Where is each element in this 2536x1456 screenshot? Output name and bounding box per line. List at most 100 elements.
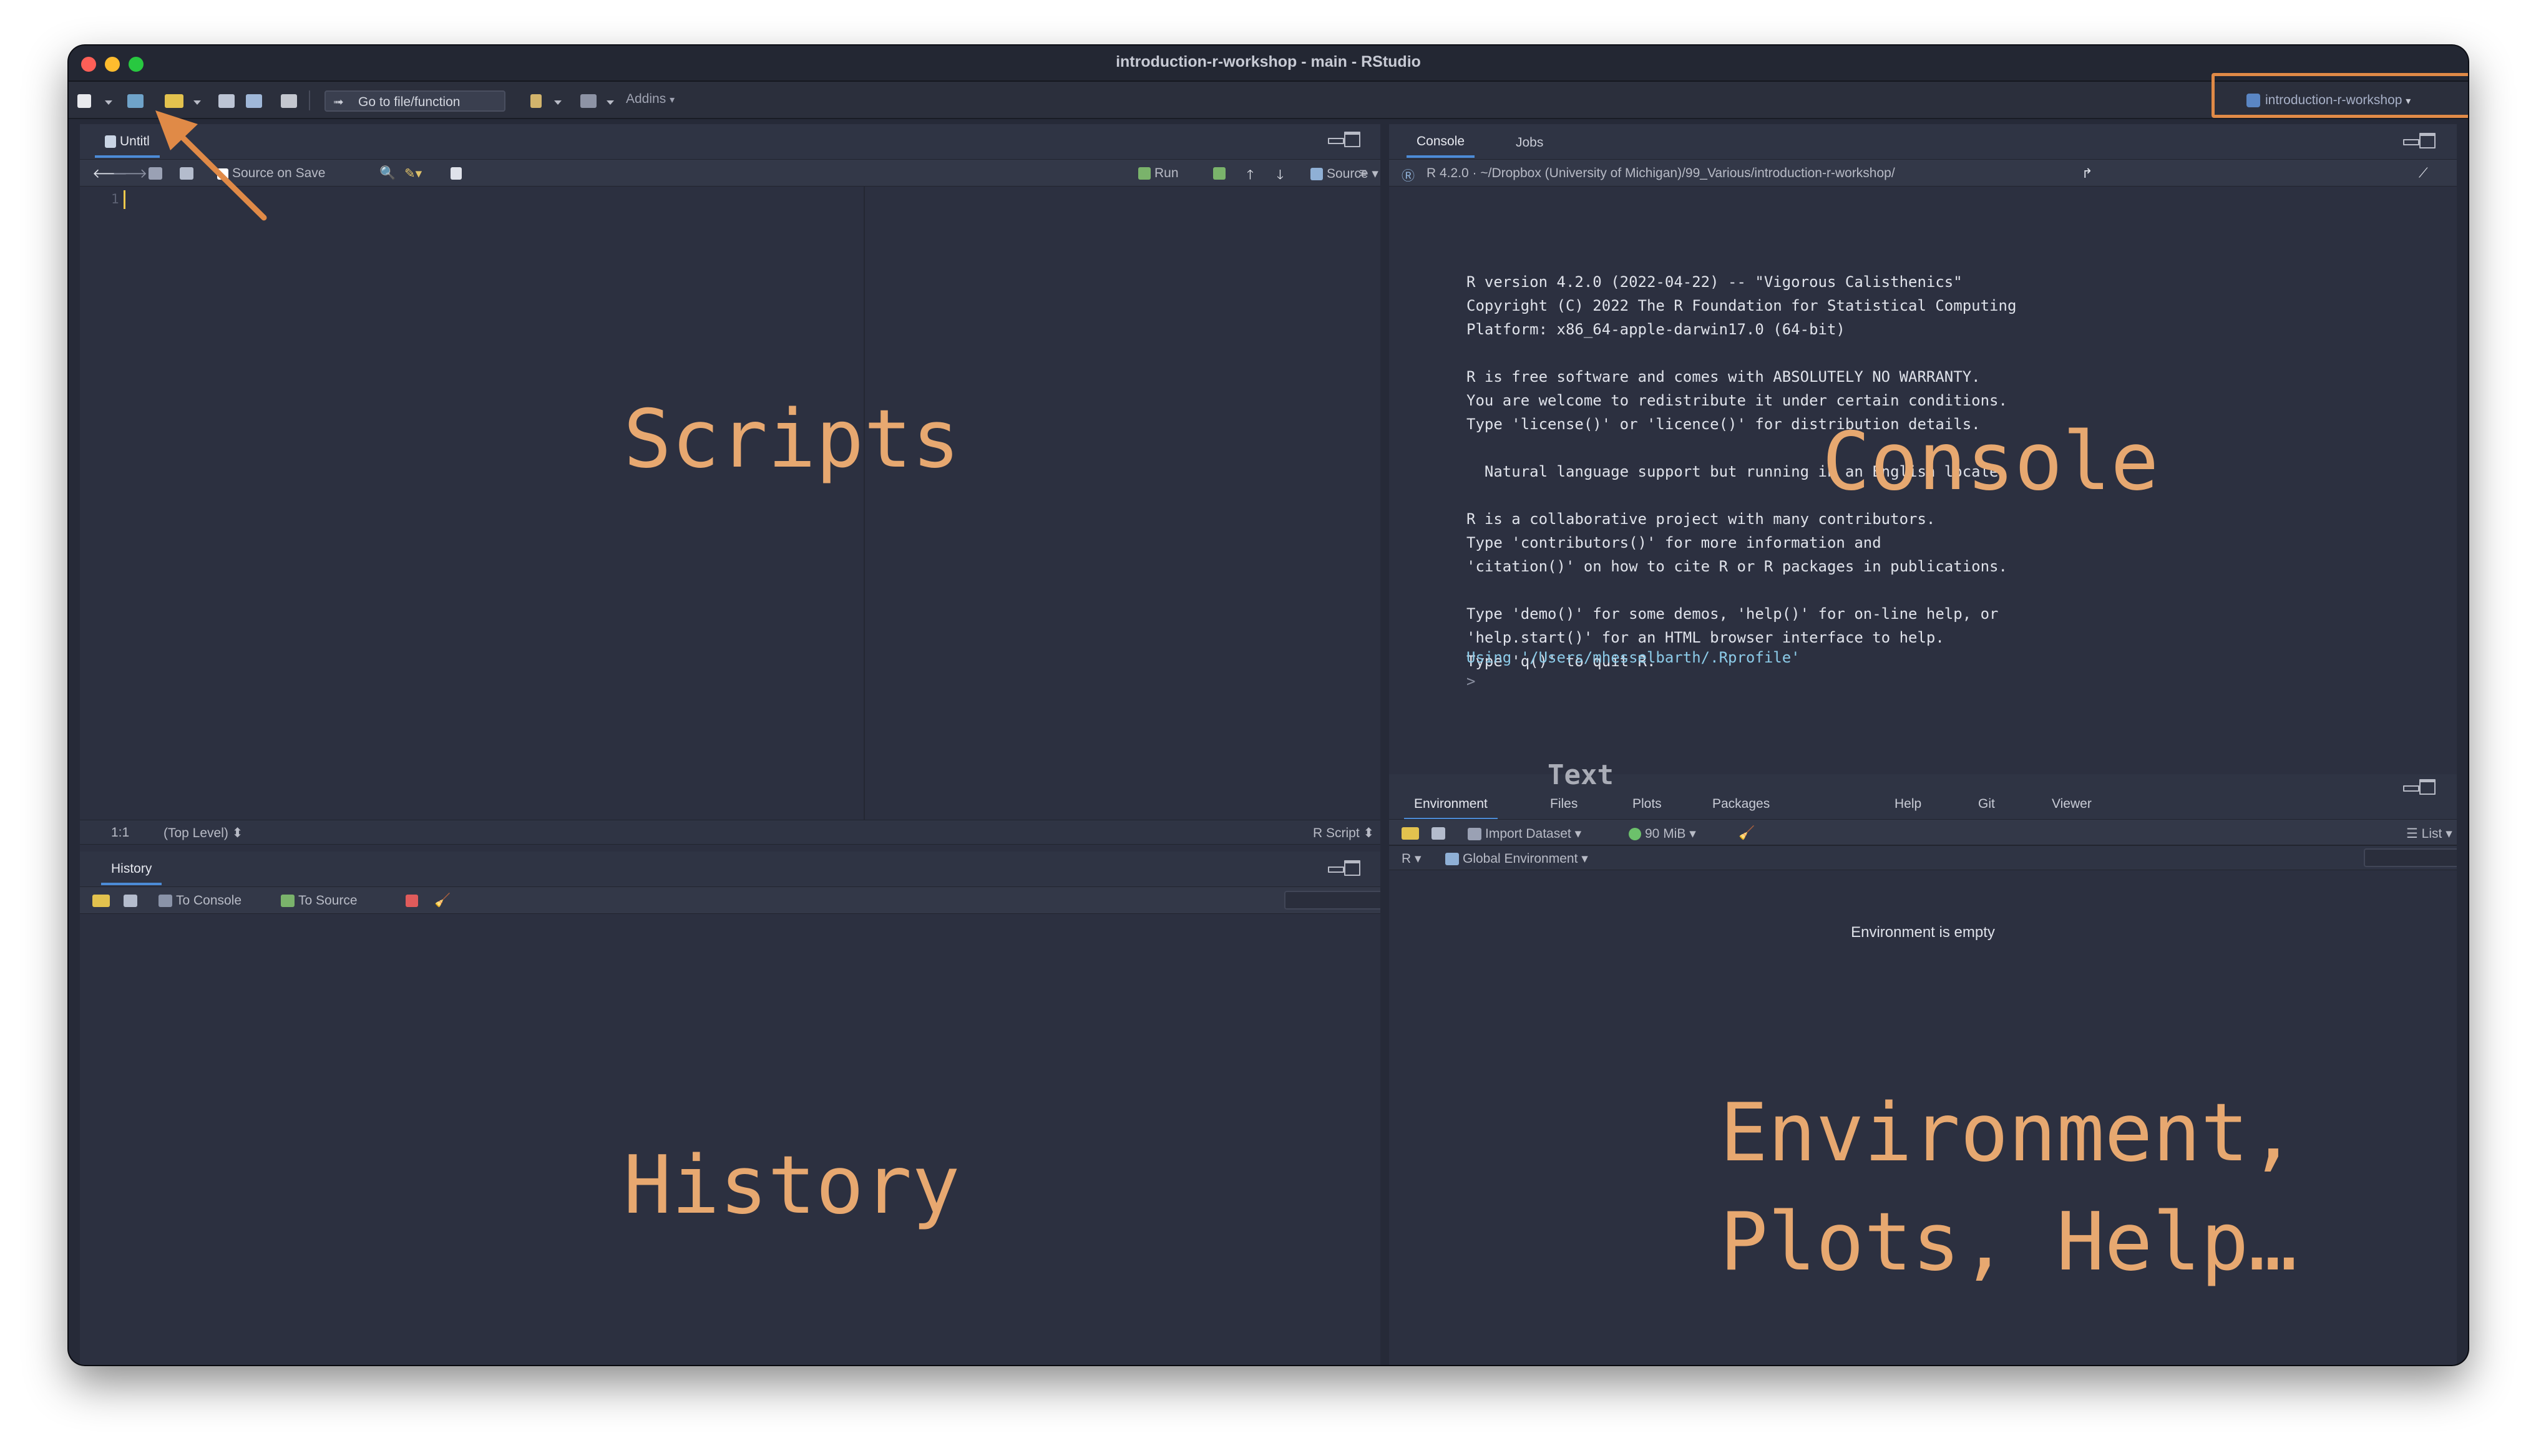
- outline-icon[interactable]: ≡: [1359, 166, 1367, 181]
- code-tools-icon[interactable]: ✎▾: [404, 166, 422, 182]
- environment-minmax-icon[interactable]: [2403, 779, 2436, 795]
- tab-files[interactable]: Files: [1550, 797, 1578, 812]
- tab-console[interactable]: Console: [1406, 134, 1475, 158]
- clear-environment-icon[interactable]: 🧹: [1739, 826, 1755, 841]
- console-line: R version 4.2.0 (2022-04-22) -- "Vigorou…: [1466, 273, 1963, 291]
- go-to-file-label: Go to file/function: [358, 95, 461, 109]
- remove-entries-icon[interactable]: [406, 893, 422, 908]
- console-line: 'citation()' on how to cite R or R packa…: [1466, 558, 2007, 575]
- run-label: Run: [1154, 166, 1179, 180]
- to-console-button[interactable]: To Console: [158, 893, 241, 908]
- tab-jobs[interactable]: Jobs: [1516, 135, 1543, 150]
- tab-untitled[interactable]: Untitl: [95, 134, 160, 158]
- file-type-selector[interactable]: R Script ⬍: [1313, 825, 1374, 841]
- source-icon: [1310, 168, 1323, 180]
- console-line: 'help.start()' for an HTML browser inter…: [1466, 629, 1944, 646]
- history-pane: History To Console To Source 🧹 History: [80, 852, 1380, 1365]
- tab-packages[interactable]: Packages: [1712, 797, 1770, 812]
- history-tabbar: History: [80, 852, 1380, 886]
- new-file-caret-icon[interactable]: [105, 100, 112, 105]
- to-source-label: To Source: [298, 893, 358, 908]
- compile-report-icon[interactable]: [451, 166, 466, 181]
- addins-label: Addins: [626, 92, 666, 106]
- console-label: Console: [1822, 415, 2159, 508]
- console-prompt[interactable]: >: [1466, 672, 1475, 690]
- file-type-label: R Script: [1313, 826, 1360, 840]
- run-button[interactable]: Run: [1138, 166, 1179, 181]
- to-console-label: To Console: [176, 893, 242, 908]
- history-search-input[interactable]: [1284, 891, 1380, 910]
- environment-label-line1: Environment,: [1720, 1087, 2297, 1180]
- environment-toolbar: Import Dataset ▾ 90 MiB ▾ 🧹 ☰ List ▾ ⟳▾: [1389, 819, 2457, 845]
- main-toolbar: ➟ Go to file/function Addins ▾ introducti…: [69, 82, 2468, 119]
- language-label: R: [1402, 852, 1412, 866]
- rerun-icon[interactable]: [1213, 166, 1229, 181]
- to-source-button[interactable]: To Source: [281, 893, 358, 908]
- r-file-icon: [105, 135, 116, 148]
- find-icon[interactable]: 🔍: [379, 166, 396, 181]
- tab-git[interactable]: Git: [1978, 797, 1995, 812]
- source-pane: Untitl 🡐 🡒 Source on Save 🔍 ✎▾ Run 🡑 🡓 S…: [80, 124, 1380, 874]
- vcs-caret-icon[interactable]: [554, 100, 562, 105]
- save-history-icon[interactable]: [124, 893, 141, 908]
- new-project-icon[interactable]: [127, 94, 144, 108]
- title-bar: introduction-r-workshop - main - RStudio: [69, 46, 2468, 82]
- pane-layout-icon[interactable]: [580, 94, 597, 108]
- console-path: R 4.2.0 · ~/Dropbox (University of Michi…: [1426, 166, 1895, 180]
- console-line: Type 'contributors()' for more informati…: [1466, 534, 1881, 551]
- pane-layout-caret-icon[interactable]: [607, 100, 614, 105]
- memory-usage[interactable]: 90 MiB ▾: [1629, 826, 1696, 842]
- scope-selector[interactable]: (Top Level) ⬍: [163, 825, 243, 841]
- tab-history[interactable]: History: [100, 861, 162, 885]
- go-to-dir-icon[interactable]: ↱: [2082, 166, 2093, 182]
- to-source-icon: [281, 895, 295, 907]
- tab-plots[interactable]: Plots: [1632, 797, 1662, 812]
- console-tabbar: Console Jobs: [1389, 124, 2457, 159]
- console-minmax-icon[interactable]: [2403, 133, 2436, 148]
- environment-icon: [1445, 853, 1459, 865]
- load-history-icon[interactable]: [92, 893, 114, 908]
- import-dataset-button[interactable]: Import Dataset ▾: [1468, 826, 1581, 842]
- editor[interactable]: 1 Scripts: [80, 187, 1380, 820]
- environment-scope-label: Global Environment: [1463, 852, 1578, 866]
- addins-caret-icon: ▾: [670, 95, 675, 105]
- environment-pane: Environment Files Plots Packages Help Gi…: [1389, 774, 2457, 1365]
- language-selector[interactable]: R ▾: [1402, 851, 1422, 866]
- tab-untitled-label: Untitl: [120, 134, 150, 148]
- load-workspace-icon[interactable]: [1402, 826, 1423, 841]
- save-workspace-icon[interactable]: [1431, 826, 1449, 841]
- environment-search-input[interactable]: [2364, 848, 2457, 867]
- console-pathbar: Ⓡ R 4.2.0 · ~/Dropbox (University of Mic…: [1389, 159, 2457, 187]
- import-dataset-icon: [1468, 828, 1481, 840]
- forward-icon[interactable]: 🡒: [112, 166, 147, 182]
- environment-label-line2: Plots, Help…: [1720, 1196, 2297, 1289]
- to-console-icon: [158, 895, 172, 907]
- vcs-icon[interactable]: [530, 94, 542, 108]
- view-mode-selector[interactable]: ☰ List ▾: [2406, 826, 2452, 842]
- clear-console-icon[interactable]: ⟋: [2419, 166, 2428, 181]
- tab-environment[interactable]: Environment: [1404, 797, 1498, 820]
- console-line: Platform: x86_64-apple-darwin17.0 (64-bi…: [1466, 321, 1845, 338]
- source-button[interactable]: Source ▾: [1310, 166, 1378, 182]
- go-down-icon[interactable]: 🡓: [1277, 166, 1284, 188]
- new-file-icon[interactable]: [77, 94, 91, 108]
- view-mode-label: List: [2421, 827, 2442, 841]
- clear-history-icon[interactable]: 🧹: [434, 893, 451, 908]
- addins-menu[interactable]: Addins ▾: [626, 92, 675, 107]
- go-to-file-input[interactable]: ➟ Go to file/function: [324, 90, 505, 112]
- list-icon: ☰: [2406, 827, 2418, 841]
- memory-pie-icon: [1629, 828, 1641, 840]
- tab-help[interactable]: Help: [1895, 797, 1921, 812]
- r-logo-icon: Ⓡ: [1402, 169, 1415, 183]
- environment-scopebar: R ▾ Global Environment ▾: [1389, 845, 2457, 870]
- history-label: History: [623, 1139, 960, 1232]
- source-minmax-icon[interactable]: [1328, 132, 1360, 147]
- scope-dropdown[interactable]: Global Environment ▾: [1445, 851, 1588, 866]
- tab-viewer[interactable]: Viewer: [2052, 797, 2092, 812]
- history-minmax-icon[interactable]: [1328, 860, 1360, 876]
- scope-label: (Top Level): [163, 826, 228, 840]
- window-title: introduction-r-workshop - main - RStudio: [1116, 53, 1421, 70]
- text-cursor: [124, 190, 125, 209]
- go-up-icon[interactable]: 🡑: [1247, 166, 1254, 188]
- go-to-file-icon: ➟: [333, 95, 344, 109]
